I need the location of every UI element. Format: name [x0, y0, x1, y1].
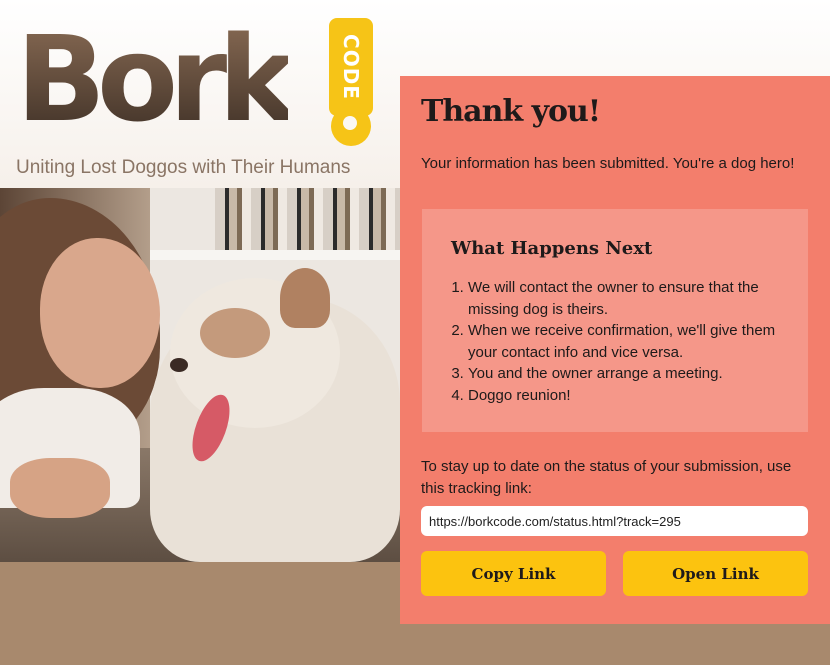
- logo-tag: CODE: [339, 34, 364, 100]
- next-steps-list: We will contact the owner to ensure that…: [468, 277, 788, 406]
- dog-ear-image: [280, 268, 330, 328]
- next-step-item: You and the owner arrange a meeting.: [468, 363, 788, 385]
- next-step-item: When we receive confirmation, we'll give…: [468, 320, 788, 363]
- shelf-board: [150, 250, 400, 260]
- next-steps-title: What Happens Next: [451, 238, 653, 259]
- next-step-item: Doggo reunion!: [468, 385, 788, 407]
- page-title: Thank you!: [421, 94, 601, 129]
- hero-photo: [0, 188, 400, 562]
- thank-you-panel: Thank you! Your information has been sub…: [400, 76, 830, 624]
- submission-message: Your information has been submitted. You…: [421, 155, 795, 172]
- logo-wordmark: Bork: [16, 10, 297, 148]
- tag-ring-icon: [331, 106, 371, 146]
- tagline: Uniting Lost Doggos with Their Humans: [16, 157, 351, 178]
- open-link-button[interactable]: Open Link: [623, 551, 808, 596]
- woman-face-image: [40, 238, 160, 388]
- woman-hands-image: [10, 458, 110, 518]
- books-image: [215, 188, 400, 250]
- tracking-link-field[interactable]: [421, 506, 808, 536]
- next-step-item: We will contact the owner to ensure that…: [468, 277, 788, 320]
- copy-link-button[interactable]: Copy Link: [421, 551, 606, 596]
- bork-code-logo[interactable]: Bork CODE: [16, 10, 373, 149]
- tracking-instructions: To stay up to date on the status of your…: [421, 458, 792, 497]
- dog-nose-image: [170, 358, 188, 372]
- dog-patch-image: [200, 308, 270, 358]
- next-steps-box: What Happens Next We will contact the ow…: [422, 209, 808, 432]
